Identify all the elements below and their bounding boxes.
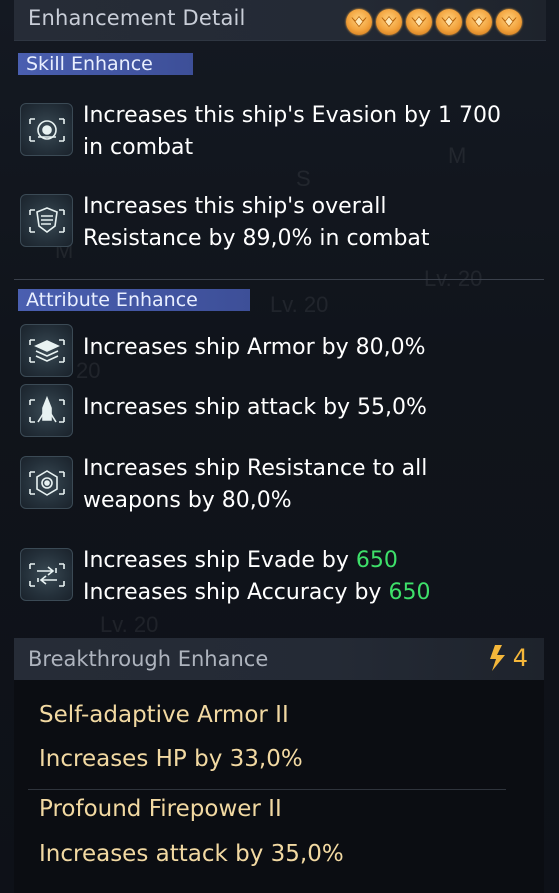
breakthrough-item-effect: Increases HP by 33,0% — [39, 746, 303, 772]
evade-accuracy-arrows-icon — [20, 548, 73, 601]
resistance-shield-icon — [20, 194, 73, 247]
star-icon — [346, 9, 372, 35]
breakthrough-count-value: 4 — [512, 644, 528, 672]
accuracy-value: 650 — [388, 580, 431, 605]
breakthrough-divider — [28, 789, 506, 790]
attribute-enhance-text: Increases ship Armor by 80,0% — [83, 335, 426, 360]
attribute-enhance-text: Increases ship Evade by 650 Increases sh… — [83, 548, 431, 605]
star-icon — [376, 9, 402, 35]
star-icon — [406, 9, 432, 35]
attribute-enhance-text: Increases ship Resistance to all weapons… — [83, 456, 428, 513]
breakthrough-item-name: Profound Firepower II — [39, 796, 282, 822]
bg-label: S — [296, 166, 311, 191]
panel-title: Enhancement Detail — [28, 6, 246, 30]
enhancement-panel: M S M Lv. 20 Lv. 20 20 Lv. 20 Enhancemen… — [0, 0, 559, 893]
breakthrough-item-effect: Increases attack by 35,0% — [39, 841, 344, 867]
breakthrough-list: Self-adaptive Armor II Increases HP by 3… — [14, 680, 544, 893]
skill-enhance-title: Skill Enhance — [18, 53, 193, 75]
attribute-enhance-title: Attribute Enhance — [18, 289, 250, 311]
armor-layers-icon — [20, 324, 73, 377]
bg-label: Lv. 20 — [270, 292, 329, 317]
skill-enhance-text: Increases this ship's Evasion by 1 700 i… — [83, 103, 502, 160]
section-divider — [14, 279, 544, 280]
breakthrough-count: 4 — [487, 644, 528, 672]
weapon-resistance-icon — [20, 456, 73, 509]
skill-enhance-text: Increases this ship's overall Resistance… — [83, 194, 430, 251]
enhancement-header: Enhancement Detail — [14, 0, 546, 41]
attack-missile-icon — [20, 384, 73, 437]
star-icon — [436, 9, 462, 35]
star-icon — [496, 9, 522, 35]
breakthrough-item-name: Self-adaptive Armor II — [39, 702, 289, 728]
attribute-enhance-text: Increases ship attack by 55,0% — [83, 395, 427, 420]
evade-value: 650 — [355, 548, 398, 573]
evasion-eye-icon — [20, 103, 73, 156]
star-icon — [466, 9, 492, 35]
star-rating — [346, 9, 522, 35]
bg-label: Lv. 20 — [100, 612, 159, 637]
lightning-bolt-icon — [489, 645, 505, 671]
breakthrough-header: Breakthrough Enhance 4 — [14, 638, 544, 680]
breakthrough-title: Breakthrough Enhance — [28, 647, 269, 671]
